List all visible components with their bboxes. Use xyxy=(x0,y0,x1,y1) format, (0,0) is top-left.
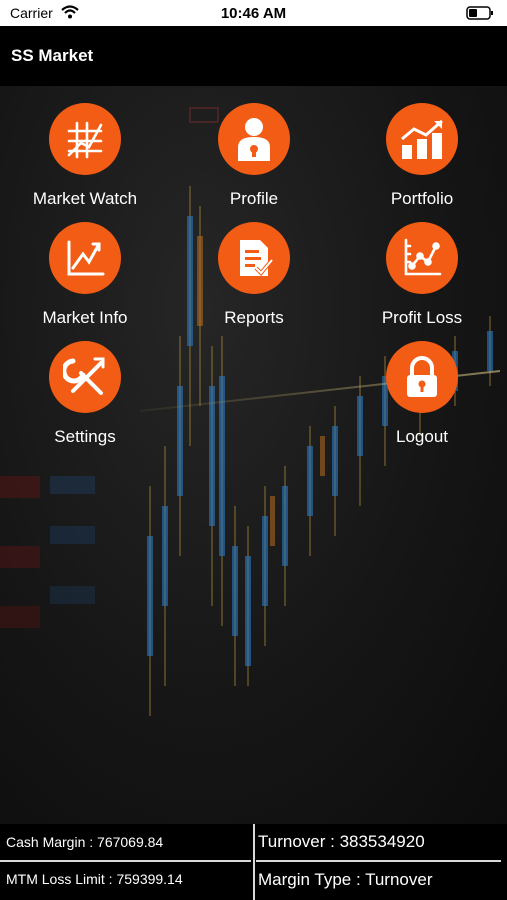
menu-logout[interactable]: Logout xyxy=(338,341,506,453)
nav-bar: SS Market xyxy=(0,26,507,86)
account-summary-footer: Cash Margin : 767069.84 MTM Loss Limit :… xyxy=(0,824,507,900)
battery-icon xyxy=(466,6,494,25)
settings-tools-icon xyxy=(49,341,121,413)
menu-reports[interactable]: Reports xyxy=(170,222,338,334)
margin-type-value: Margin Type : Turnover xyxy=(258,870,433,889)
cash-margin-value: Cash Margin : 767069.84 xyxy=(6,834,164,850)
reports-label: Reports xyxy=(224,308,284,327)
menu-market-watch[interactable]: Market Watch xyxy=(1,103,169,215)
market-info-icon xyxy=(49,222,121,294)
footer-divider-left xyxy=(0,860,251,862)
profit-loss-label: Profit Loss xyxy=(381,308,463,327)
menu-profit-loss[interactable]: Profit Loss xyxy=(338,222,506,334)
market-watch-icon xyxy=(49,103,121,175)
turnover-value: Turnover : 383534920 xyxy=(258,832,425,851)
menu-portfolio[interactable]: Portfolio xyxy=(338,103,506,215)
profile-label: Profile xyxy=(229,189,279,208)
footer-divider-vertical xyxy=(253,824,255,900)
profile-icon xyxy=(218,103,290,175)
settings-label: Settings xyxy=(54,427,116,446)
status-time: 10:46 AM xyxy=(220,5,287,22)
footer-divider-right xyxy=(256,860,501,862)
logout-label: Logout xyxy=(396,427,448,446)
market-info-label: Market Info xyxy=(42,308,128,327)
portfolio-chart-icon xyxy=(386,103,458,175)
portfolio-label: Portfolio xyxy=(390,189,454,208)
lock-icon xyxy=(386,341,458,413)
profit-loss-icon xyxy=(386,222,458,294)
menu-market-info[interactable]: Market Info xyxy=(1,222,169,334)
status-bar: Carrier 10:46 AM xyxy=(0,0,507,26)
menu-profile[interactable]: Profile xyxy=(170,103,338,215)
reports-icon xyxy=(218,222,290,294)
app-title: SS Market xyxy=(11,46,94,65)
market-watch-label: Market Watch xyxy=(32,189,138,208)
mtm-loss-limit-value: MTM Loss Limit : 759399.14 xyxy=(6,871,183,887)
menu-settings[interactable]: Settings xyxy=(1,341,169,453)
